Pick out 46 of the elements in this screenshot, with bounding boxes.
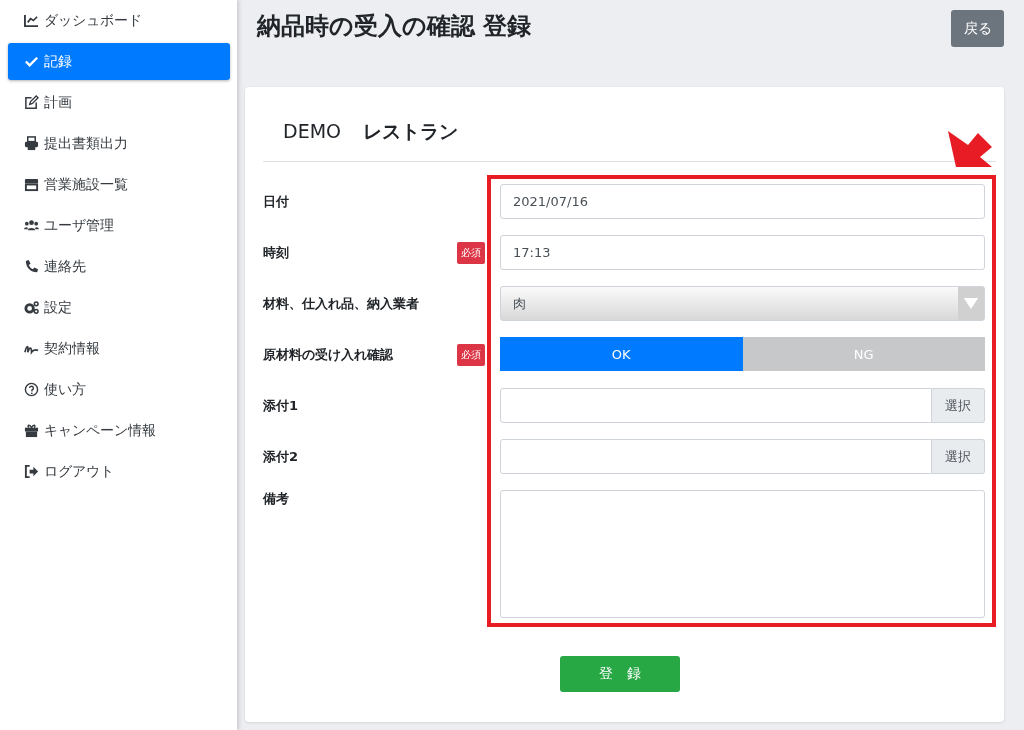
dropdown[interactable]: 肉 bbox=[500, 286, 985, 321]
settings-icon bbox=[24, 300, 39, 315]
choose-file-button[interactable]: 選択 bbox=[932, 439, 985, 474]
company-name: DEMO bbox=[283, 120, 341, 142]
file-field[interactable] bbox=[500, 388, 932, 423]
sidebar-item[interactable]: 計画 bbox=[8, 84, 230, 121]
caret-icon bbox=[958, 287, 984, 320]
gift-icon bbox=[24, 423, 39, 438]
store-name: レストラン bbox=[363, 119, 458, 144]
sidebar-item[interactable]: ログアウト bbox=[8, 453, 230, 490]
edit-icon bbox=[24, 95, 39, 110]
users-icon bbox=[24, 218, 39, 233]
printer-icon bbox=[24, 136, 39, 151]
field-label: 添付2 bbox=[263, 447, 299, 466]
phone-icon bbox=[24, 259, 39, 274]
file-field[interactable] bbox=[500, 439, 932, 474]
choose-file-button[interactable]: 選択 bbox=[932, 388, 985, 423]
sidebar-item[interactable]: 設定 bbox=[8, 289, 230, 326]
chart-icon bbox=[24, 13, 39, 28]
input-field[interactable]: 17:13 bbox=[500, 235, 985, 270]
logout-icon bbox=[24, 464, 39, 479]
toggle-option[interactable]: OK bbox=[500, 337, 743, 371]
sidebar-item[interactable]: 契約情報 bbox=[8, 330, 230, 367]
sidebar-item[interactable]: 営業施設一覧 bbox=[8, 166, 230, 203]
sidebar-item[interactable]: 使い方 bbox=[8, 371, 230, 408]
notes-field[interactable] bbox=[500, 490, 985, 618]
check-icon bbox=[24, 54, 39, 69]
sidebar-item[interactable]: ユーザ管理 bbox=[8, 207, 230, 244]
field-label: 添付1 bbox=[263, 396, 299, 415]
field-label: 原材料の受け入れ確認 bbox=[263, 345, 393, 364]
required-badge: 必須 bbox=[457, 343, 485, 366]
field-label: 日付 bbox=[263, 192, 289, 211]
field-label: 材料、仕入れ品、納入業者 bbox=[263, 294, 419, 313]
page-title: 納品時の受入の確認 登録 bbox=[257, 11, 532, 42]
required-badge: 必須 bbox=[457, 241, 485, 264]
field-label: 備考 bbox=[263, 490, 289, 508]
store-icon bbox=[24, 177, 39, 192]
input-field[interactable]: 2021/07/16 bbox=[500, 184, 985, 219]
field-label: 時刻 bbox=[263, 243, 289, 262]
back-button[interactable]: 戻る bbox=[951, 10, 1004, 47]
sidebar-item[interactable]: キャンペーン情報 bbox=[8, 412, 230, 449]
sidebar-item[interactable]: 提出書類出力 bbox=[8, 125, 230, 162]
sidebar-item[interactable]: 連絡先 bbox=[8, 248, 230, 285]
sidebar-item[interactable]: ダッシュボード bbox=[8, 2, 230, 39]
help-icon bbox=[24, 382, 39, 397]
sidebar-item[interactable]: 記録 bbox=[8, 43, 230, 80]
